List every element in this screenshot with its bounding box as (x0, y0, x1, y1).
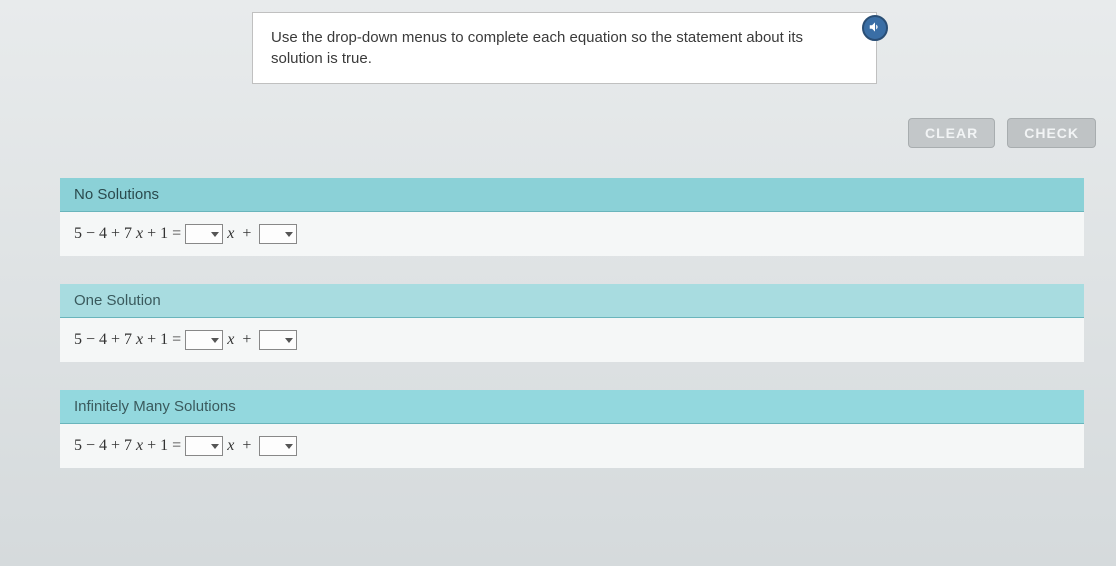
section-infinitely-many: Infinitely Many Solutions 5 − 4 + 7x + 1… (60, 390, 1084, 468)
equation-var: x (136, 331, 143, 349)
instruction-box: Use the drop-down menus to complete each… (252, 12, 877, 84)
equation-var: x (136, 437, 143, 455)
equation-mid: + 1 = (147, 437, 181, 455)
equation-mid: + 1 = (147, 225, 181, 243)
action-button-row: CLEAR CHECK (908, 118, 1096, 148)
constant-dropdown[interactable] (259, 436, 297, 456)
instruction-text: Use the drop-down menus to complete each… (271, 29, 803, 67)
coefficient-dropdown[interactable] (185, 436, 223, 456)
section-title: No Solutions (74, 186, 159, 203)
plus-sign: + (242, 437, 251, 455)
equation-var: x (136, 225, 143, 243)
equation-var: x (227, 437, 234, 455)
audio-button[interactable] (862, 15, 888, 41)
equation-lhs: 5 − 4 + 7 (74, 225, 132, 243)
equation-row: 5 − 4 + 7x + 1 = x + (60, 318, 1084, 362)
plus-sign: + (242, 331, 251, 349)
equation-lhs: 5 − 4 + 7 (74, 331, 132, 349)
coefficient-dropdown[interactable] (185, 330, 223, 350)
clear-button[interactable]: CLEAR (908, 118, 995, 148)
equation-var: x (227, 331, 234, 349)
sections-container: No Solutions 5 − 4 + 7x + 1 = x + One So… (60, 178, 1084, 496)
equation-var: x (227, 225, 234, 243)
coefficient-dropdown[interactable] (185, 224, 223, 244)
constant-dropdown[interactable] (259, 224, 297, 244)
section-one-solution: One Solution 5 − 4 + 7x + 1 = x + (60, 284, 1084, 362)
check-button[interactable]: CHECK (1007, 118, 1096, 148)
section-title: Infinitely Many Solutions (74, 398, 236, 415)
section-header: Infinitely Many Solutions (60, 390, 1084, 424)
equation-lhs: 5 − 4 + 7 (74, 437, 132, 455)
section-no-solutions: No Solutions 5 − 4 + 7x + 1 = x + (60, 178, 1084, 256)
equation-mid: + 1 = (147, 331, 181, 349)
speaker-icon (868, 20, 882, 37)
equation-row: 5 − 4 + 7x + 1 = x + (60, 212, 1084, 256)
section-title: One Solution (74, 292, 161, 309)
section-header: No Solutions (60, 178, 1084, 212)
equation-row: 5 − 4 + 7x + 1 = x + (60, 424, 1084, 468)
section-header: One Solution (60, 284, 1084, 318)
plus-sign: + (242, 225, 251, 243)
constant-dropdown[interactable] (259, 330, 297, 350)
